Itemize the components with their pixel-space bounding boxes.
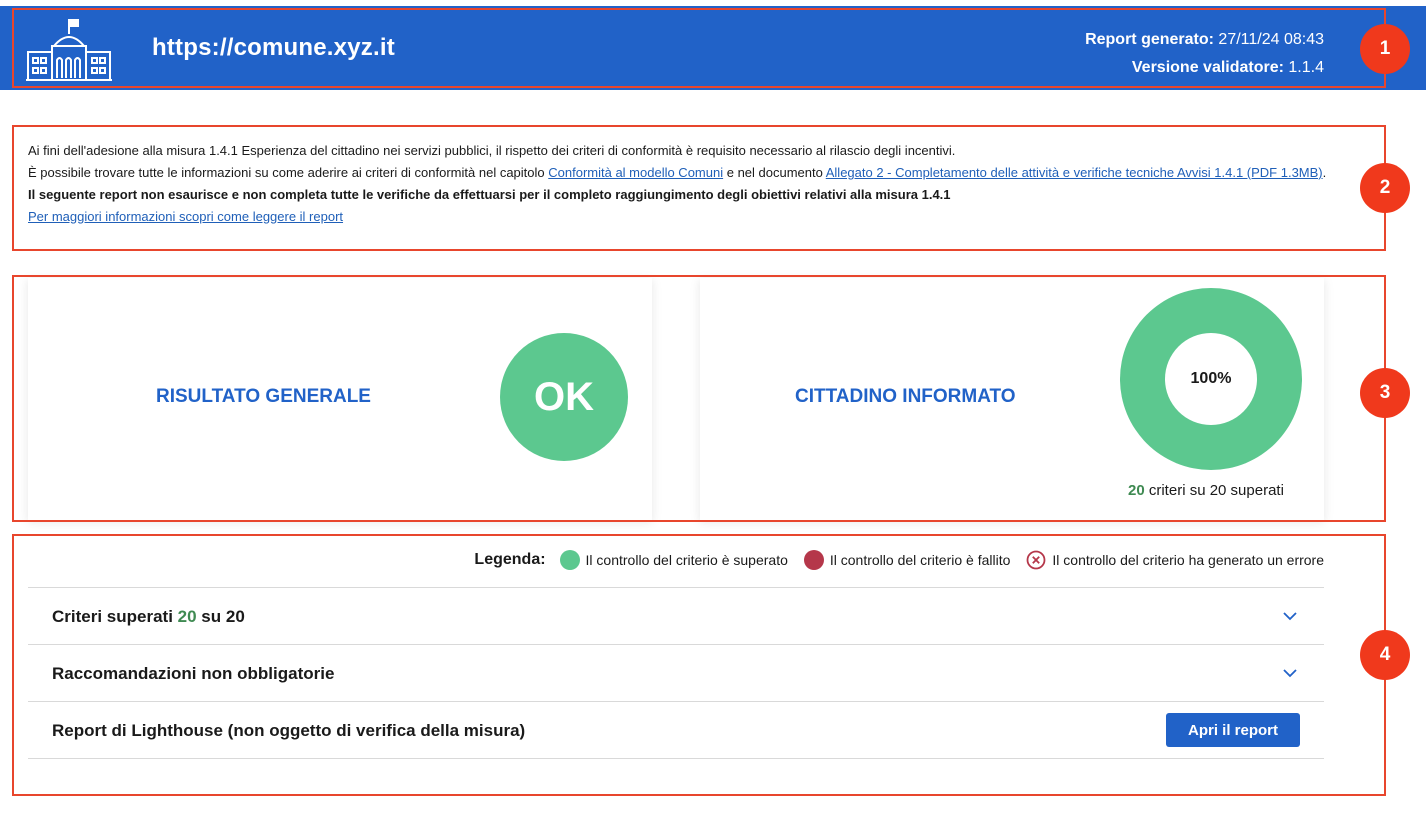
annotation-box-3: [12, 275, 1386, 522]
annotation-number-1: 1: [1360, 24, 1410, 74]
annotation-number-2: 2: [1360, 163, 1410, 213]
annotation-number-3: 3: [1360, 368, 1410, 418]
annotation-box-2: [12, 125, 1386, 251]
annotation-number-4: 4: [1360, 630, 1410, 680]
annotation-box-1: [12, 8, 1386, 88]
annotation-box-4: [12, 534, 1386, 796]
